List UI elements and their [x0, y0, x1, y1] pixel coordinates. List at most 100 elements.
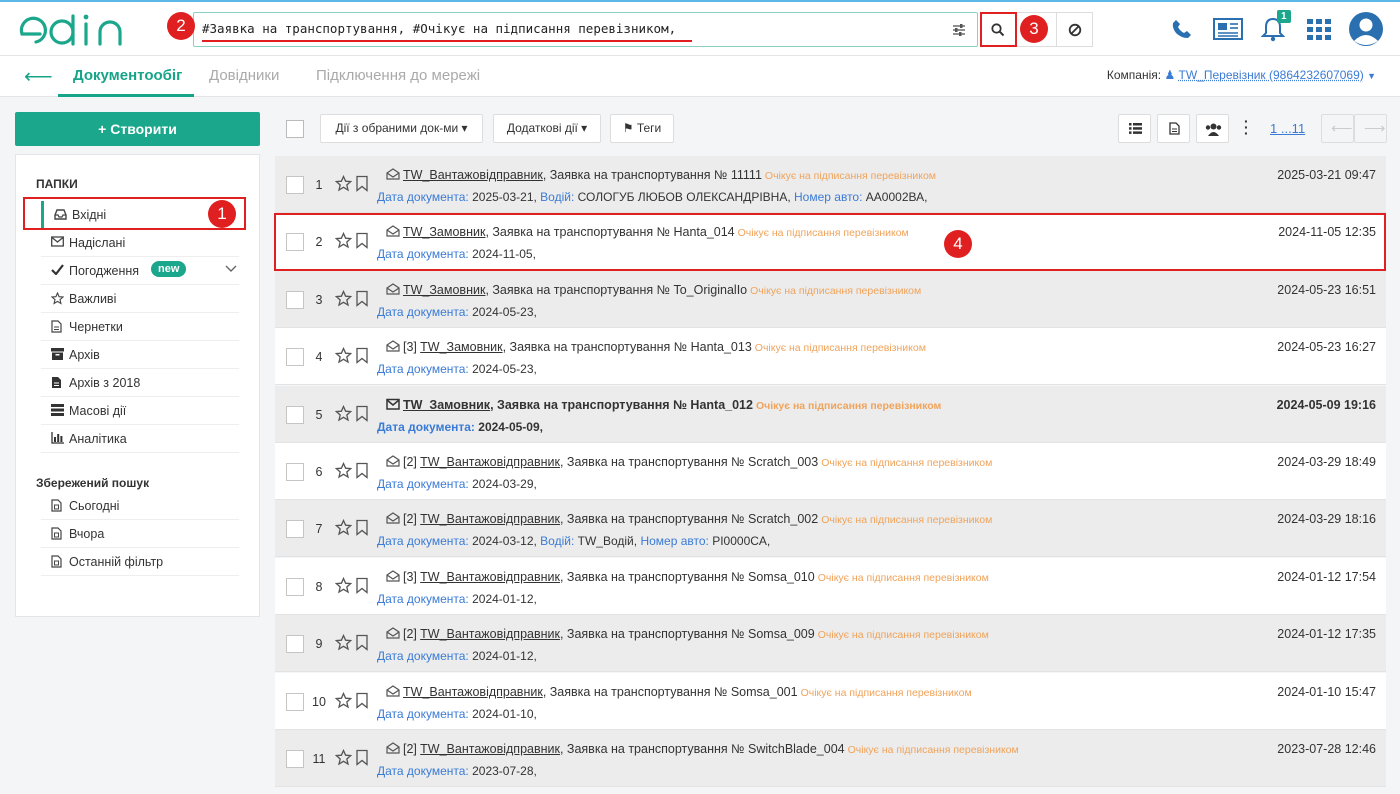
- chevron-down-icon[interactable]: [225, 262, 237, 276]
- sender-link[interactable]: TW_Вантажовідправник: [403, 168, 543, 182]
- prev-page-button[interactable]: ⟵: [1321, 114, 1354, 143]
- row-checkbox[interactable]: [286, 463, 304, 481]
- filter-sliders-icon[interactable]: [951, 22, 967, 38]
- tags-button[interactable]: ⚑ Теги: [610, 114, 674, 143]
- apps-grid-icon[interactable]: [1307, 19, 1331, 41]
- sidebar-item-folder[interactable]: Архів з 2018: [41, 369, 239, 397]
- sender-link[interactable]: TW_Замовник: [403, 398, 490, 412]
- saved-search-item[interactable]: Вчора: [41, 520, 239, 548]
- bookmark-icon[interactable]: [355, 692, 369, 709]
- star-icon[interactable]: [334, 347, 353, 364]
- next-page-button[interactable]: ⟶: [1354, 114, 1387, 143]
- phone-icon[interactable]: [1171, 18, 1193, 40]
- sidebar-item-folder[interactable]: Аналітика: [41, 425, 239, 453]
- document-title-line[interactable]: [2] TW_Вантажовідправник, Заявка на тран…: [403, 742, 1019, 756]
- document-row[interactable]: 8 [3] TW_Вантажовідправник, Заявка на тра…: [275, 557, 1386, 615]
- document-row[interactable]: 5 TW_Замовник, Заявка на транспортування …: [275, 385, 1386, 443]
- tab-documents[interactable]: Документообіг: [73, 67, 182, 84]
- sidebar-item-folder[interactable]: Чернетки: [41, 313, 239, 341]
- saved-search-item[interactable]: Сьогодні: [41, 492, 239, 520]
- sender-link[interactable]: TW_Вантажовідправник: [420, 455, 560, 469]
- bookmark-icon[interactable]: [355, 462, 369, 479]
- edin-logo[interactable]: [18, 12, 138, 48]
- document-title-line[interactable]: TW_Замовник, Заявка на транспортування №…: [403, 398, 941, 412]
- bookmark-icon[interactable]: [355, 749, 369, 766]
- bookmark-icon[interactable]: [355, 347, 369, 365]
- sender-link[interactable]: TW_Вантажовідправник: [420, 512, 560, 526]
- row-checkbox[interactable]: [286, 290, 304, 309]
- document-view-button[interactable]: [1157, 114, 1190, 143]
- more-options-button[interactable]: · · ·: [1235, 114, 1257, 143]
- company-selector[interactable]: Компанія: ♟ TW_Перевізник (9864232607069…: [1107, 68, 1376, 82]
- sidebar-item-folder[interactable]: Архів: [41, 341, 239, 369]
- star-icon[interactable]: [334, 461, 353, 479]
- document-title-line[interactable]: [2] TW_Вантажовідправник, Заявка на тран…: [403, 627, 989, 641]
- news-icon[interactable]: [1213, 18, 1243, 40]
- bookmark-icon[interactable]: [355, 519, 369, 537]
- bookmark-icon[interactable]: [355, 405, 369, 422]
- star-icon[interactable]: [334, 748, 353, 766]
- row-checkbox[interactable]: [286, 577, 304, 596]
- document-title-line[interactable]: [3] TW_Замовник, Заявка на транспортуван…: [403, 340, 926, 354]
- document-row[interactable]: 6 [2] TW_Вантажовідправник, Заявка на тра…: [275, 443, 1386, 500]
- sender-link[interactable]: TW_Вантажовідправник: [403, 685, 543, 699]
- company-value[interactable]: TW_Перевізник (9864232607069): [1179, 68, 1364, 82]
- back-arrow-icon[interactable]: ⟵: [24, 64, 53, 89]
- sidebar-item-folder[interactable]: Погодження new: [41, 257, 239, 285]
- list-view-button[interactable]: [1118, 114, 1151, 143]
- tab-network-connection[interactable]: Підключення до мережі: [316, 67, 480, 84]
- star-icon[interactable]: [334, 691, 353, 709]
- group-view-button[interactable]: [1196, 114, 1229, 143]
- extra-actions-button[interactable]: Додаткові дії ▾: [493, 114, 601, 143]
- row-checkbox[interactable]: [286, 405, 304, 424]
- document-row[interactable]: 3 TW_Замовник, Заявка на транспортування …: [275, 270, 1386, 328]
- sender-link[interactable]: TW_Замовник: [420, 340, 502, 354]
- star-icon[interactable]: [334, 404, 353, 422]
- document-row[interactable]: 7 [2] TW_Вантажовідправник, Заявка на тра…: [275, 500, 1386, 558]
- bookmark-icon[interactable]: [355, 634, 369, 652]
- bookmark-icon[interactable]: [355, 175, 369, 192]
- sidebar-item-folder[interactable]: Масові дії: [41, 397, 239, 425]
- user-avatar-icon[interactable]: [1348, 11, 1384, 47]
- document-row[interactable]: 1 TW_Вантажовідправник, Заявка на транспо…: [275, 156, 1386, 213]
- row-checkbox[interactable]: [286, 750, 304, 768]
- saved-search-item[interactable]: Останній фільтр: [41, 548, 239, 576]
- document-title-line[interactable]: [2] TW_Вантажовідправник, Заявка на тран…: [403, 512, 992, 526]
- document-title-line[interactable]: TW_Вантажовідправник, Заявка на транспор…: [403, 685, 972, 699]
- sidebar-item-folder[interactable]: Надіслані: [41, 229, 239, 257]
- row-checkbox[interactable]: [286, 520, 304, 539]
- sender-link[interactable]: TW_Вантажовідправник: [420, 570, 560, 584]
- sender-link[interactable]: TW_Замовник: [403, 283, 485, 297]
- bookmark-icon[interactable]: [355, 290, 369, 307]
- document-title-line[interactable]: [3] TW_Вантажовідправник, Заявка на тран…: [403, 570, 989, 584]
- sender-link[interactable]: TW_Вантажовідправник: [420, 742, 560, 756]
- star-icon[interactable]: [334, 634, 353, 651]
- bookmark-icon[interactable]: [355, 577, 369, 594]
- row-checkbox[interactable]: [286, 692, 304, 711]
- document-title-line[interactable]: TW_Вантажовідправник, Заявка на транспор…: [403, 168, 936, 182]
- row-checkbox[interactable]: [286, 635, 304, 654]
- row-checkbox[interactable]: [286, 176, 304, 194]
- pagination[interactable]: 1 ...11: [1270, 121, 1305, 136]
- document-title-line[interactable]: [2] TW_Вантажовідправник, Заявка на тран…: [403, 455, 992, 469]
- document-row[interactable]: 10 TW_Вантажовідправник, Заявка на трансп…: [275, 672, 1386, 730]
- select-all-checkbox[interactable]: [286, 120, 304, 138]
- star-icon[interactable]: [334, 174, 353, 192]
- sidebar-item-folder[interactable]: Важливі: [41, 285, 239, 313]
- document-title-line[interactable]: TW_Замовник, Заявка на транспортування №…: [403, 283, 921, 297]
- search-button[interactable]: [980, 12, 1017, 47]
- document-row[interactable]: 11 [2] TW_Вантажовідправник, Заявка на тр…: [275, 730, 1386, 787]
- sender-link[interactable]: TW_Вантажовідправник: [420, 627, 560, 641]
- search-input[interactable]: [202, 21, 932, 36]
- document-row[interactable]: 9 [2] TW_Вантажовідправник, Заявка на тра…: [275, 615, 1386, 673]
- clear-search-button[interactable]: [1056, 12, 1093, 47]
- star-icon[interactable]: [334, 576, 353, 594]
- document-row[interactable]: 4 [3] TW_Замовник, Заявка на транспортува…: [275, 328, 1386, 386]
- tab-directories[interactable]: Довідники: [209, 67, 279, 84]
- star-icon[interactable]: [334, 519, 353, 536]
- search-box[interactable]: [193, 12, 978, 47]
- row-checkbox[interactable]: [286, 348, 304, 367]
- create-button[interactable]: + Створити: [15, 112, 260, 146]
- star-icon[interactable]: [334, 289, 353, 307]
- bulk-actions-button[interactable]: Дії з обраними док-ми ▾: [320, 114, 483, 143]
